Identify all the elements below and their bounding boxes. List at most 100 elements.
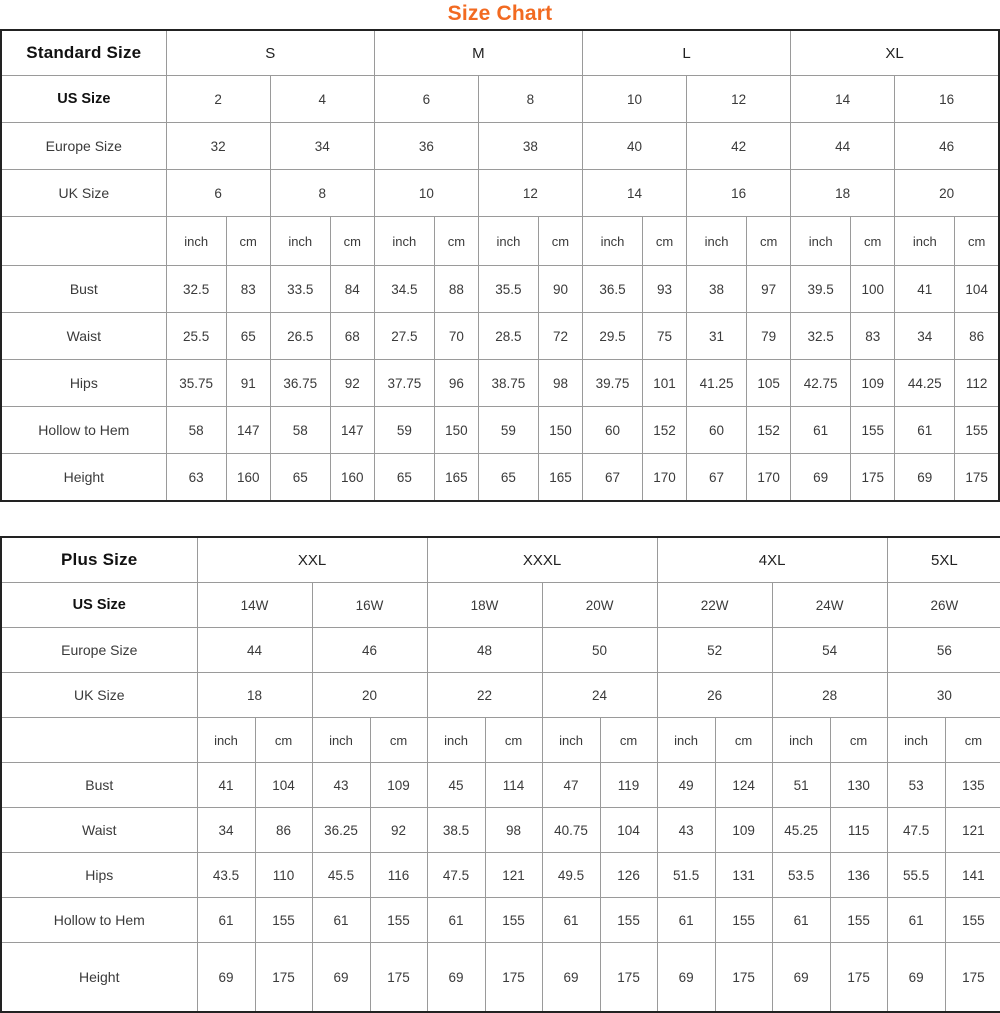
europe-size-value: 46: [894, 122, 1000, 170]
unit-header-row: inch cm inch cm inch cm inch cm inch cm inch cm inch…: [0, 717, 1000, 763]
uk-size-label: UK Size: [0, 169, 167, 217]
measurement-cm-value: 65: [225, 312, 271, 360]
measurement-label: Height: [0, 942, 198, 1013]
size-chart-page: Size Chart Standard Size S M L XL US Size 2 4 6 8…: [0, 0, 1000, 1013]
measurement-cm-value: 90: [537, 265, 583, 313]
measurement-inch-value: 34.5: [373, 265, 435, 313]
unit-inch-header: inch: [373, 216, 435, 266]
measurement-cm-value: 96: [433, 359, 479, 407]
measurement-cm-value: 88: [433, 265, 479, 313]
europe-size-value: 54: [771, 627, 888, 673]
uk-size-value: 28: [771, 672, 888, 718]
unit-inch-header: inch: [165, 216, 227, 266]
europe-size-value: 38: [477, 122, 583, 170]
size-group-header-xxl: XXL: [196, 536, 428, 583]
measurement-inch-value: 58: [269, 406, 331, 454]
unit-inch-header: inch: [269, 216, 331, 266]
measurement-inch-value: 61: [196, 897, 256, 943]
measurement-cm-value: 150: [537, 406, 583, 454]
measurement-inch-value: 61: [771, 897, 831, 943]
measurement-cm-value: 105: [746, 359, 792, 407]
us-size-value: 6: [373, 75, 479, 123]
measurement-cm-value: 150: [433, 406, 479, 454]
us-size-value: 22W: [656, 582, 773, 628]
measurement-inch-value: 59: [373, 406, 435, 454]
uk-size-value: 26: [656, 672, 773, 718]
europe-size-value: 48: [426, 627, 543, 673]
measurement-inch-value: 65: [477, 453, 539, 502]
measurement-cm-value: 92: [329, 359, 375, 407]
measurement-inch-value: 43: [311, 762, 371, 808]
measurement-cm-value: 110: [254, 852, 313, 898]
measurement-cm-value: 115: [829, 807, 888, 853]
us-size-value: 4: [269, 75, 375, 123]
europe-size-value: 56: [886, 627, 1000, 673]
corner-label: Standard Size: [0, 29, 167, 76]
us-size-value: 14W: [196, 582, 313, 628]
measurement-row: Hollow to Hem 58 147 58 147 59 150 59 150 60 152 60…: [0, 406, 1000, 454]
us-size-value: 16W: [311, 582, 428, 628]
measurement-cm-value: 121: [944, 807, 1000, 853]
us-size-value: 12: [686, 75, 792, 123]
measurement-inch-value: 42.75: [790, 359, 852, 407]
measurement-inch-value: 35.75: [165, 359, 227, 407]
measurement-cm-value: 141: [944, 852, 1000, 898]
measurement-inch-value: 36.75: [269, 359, 331, 407]
measurement-inch-value: 31: [686, 312, 748, 360]
measurement-cm-value: 155: [599, 897, 658, 943]
unit-cm-header: cm: [954, 216, 1000, 266]
measurement-inch-value: 37.75: [373, 359, 435, 407]
measurement-row: Hollow to Hem 61 155 61 155 61 155 61 155 61 155 61…: [0, 897, 1000, 943]
europe-size-label: Europe Size: [0, 122, 167, 170]
measurement-cm-value: 170: [746, 453, 792, 502]
measurement-cm-value: 155: [829, 897, 888, 943]
measurement-cm-value: 119: [599, 762, 658, 808]
measurement-cm-value: 155: [484, 897, 543, 943]
unit-inch-header: inch: [886, 717, 946, 763]
europe-size-value: 36: [373, 122, 479, 170]
measurement-cm-value: 152: [642, 406, 688, 454]
measurement-cm-value: 155: [850, 406, 896, 454]
unit-cm-header: cm: [599, 717, 658, 763]
measurement-row: Waist 34 86 36.25 92 38.5 98 40.75 104 43 109 45.25…: [0, 807, 1000, 853]
measurement-cm-value: 175: [369, 942, 428, 1013]
us-size-value: 8: [477, 75, 583, 123]
measurement-inch-value: 45: [426, 762, 486, 808]
measurement-inch-value: 41: [894, 265, 956, 313]
unit-inch-header: inch: [894, 216, 956, 266]
measurement-inch-value: 60: [686, 406, 748, 454]
europe-size-value: 52: [656, 627, 773, 673]
measurement-inch-value: 34: [894, 312, 956, 360]
measurement-cm-value: 130: [829, 762, 888, 808]
us-size-value: 2: [165, 75, 271, 123]
size-group-header-4xl: 4XL: [656, 536, 888, 583]
uk-size-value: 20: [894, 169, 1000, 217]
measurement-inch-value: 65: [269, 453, 331, 502]
measurement-cm-value: 84: [329, 265, 375, 313]
measurement-inch-value: 59: [477, 406, 539, 454]
uk-size-row: UK Size 6 8 10 12 14 16 18 20: [0, 169, 1000, 217]
us-size-value: 14: [790, 75, 896, 123]
us-size-value: 24W: [771, 582, 888, 628]
unit-inch-header: inch: [541, 717, 601, 763]
measurement-cm-value: 98: [537, 359, 583, 407]
measurement-inch-value: 38.5: [426, 807, 486, 853]
us-size-value: 20W: [541, 582, 658, 628]
measurement-inch-value: 60: [581, 406, 644, 454]
us-size-row: US Size 2 4 6 8 10 12 14 16: [0, 75, 1000, 123]
measurement-inch-value: 34: [196, 807, 256, 853]
measurement-cm-value: 175: [484, 942, 543, 1013]
unit-row-blank-label: [0, 216, 167, 266]
measurement-cm-value: 104: [954, 265, 1000, 313]
measurement-cm-value: 92: [369, 807, 428, 853]
measurement-cm-value: 109: [714, 807, 773, 853]
uk-size-value: 12: [477, 169, 583, 217]
uk-size-value: 16: [686, 169, 792, 217]
measurement-inch-value: 25.5: [165, 312, 227, 360]
measurement-label: Bust: [0, 265, 167, 313]
measurement-row: Hips 35.75 91 36.75 92 37.75 96 38.75 98 39.75 101…: [0, 359, 1000, 407]
us-size-value: 18W: [426, 582, 543, 628]
measurement-inch-value: 33.5: [269, 265, 331, 313]
measurement-cm-value: 175: [599, 942, 658, 1013]
measurement-cm-value: 155: [369, 897, 428, 943]
